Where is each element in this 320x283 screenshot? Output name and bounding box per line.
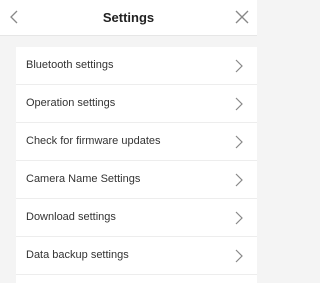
top-bar: Settings: [0, 0, 257, 36]
chevron-right-icon: [235, 97, 243, 111]
page-title: Settings: [102, 10, 155, 25]
menu-item-label: Operation settings: [26, 97, 116, 109]
chevron-right-icon: [235, 249, 243, 263]
menu-item-download-settings[interactable]: Download settings: [16, 199, 257, 237]
menu-item-label: Download settings: [26, 211, 116, 223]
menu-item-camera-name-settings[interactable]: Camera Name Settings: [16, 161, 257, 199]
menu-item-label: Camera Name Settings: [26, 173, 141, 185]
chevron-right-icon: [235, 211, 243, 225]
menu-item-firmware-updates[interactable]: Check for firmware updates: [16, 123, 257, 161]
close-icon: [235, 10, 249, 24]
chevron-right-icon: [235, 135, 243, 149]
menu-item-label: Bluetooth settings: [26, 59, 114, 71]
close-button[interactable]: [233, 8, 251, 26]
list-footer-spacer: [16, 275, 257, 283]
chevron-right-icon: [235, 59, 243, 73]
menu-item-label: Check for firmware updates: [26, 135, 161, 147]
menu-item-label: Data backup settings: [26, 249, 129, 261]
settings-list: Bluetooth settings Operation settings Ch…: [16, 47, 257, 283]
chevron-right-icon: [235, 173, 243, 187]
menu-item-operation-settings[interactable]: Operation settings: [16, 85, 257, 123]
menu-item-bluetooth-settings[interactable]: Bluetooth settings: [16, 47, 257, 85]
menu-item-data-backup-settings[interactable]: Data backup settings: [16, 237, 257, 275]
